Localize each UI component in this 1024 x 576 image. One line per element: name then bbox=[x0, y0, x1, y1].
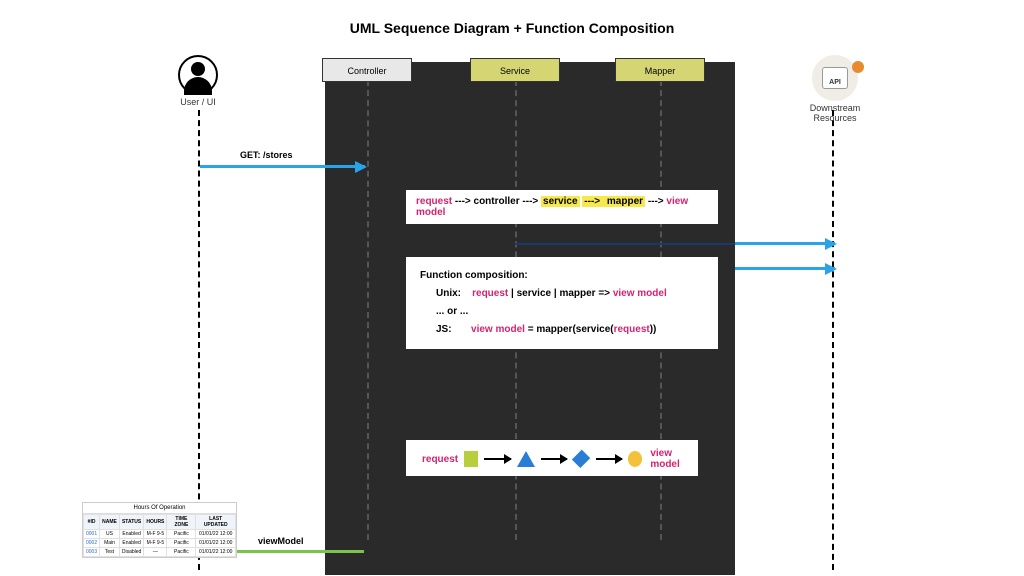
shape-arrow-3 bbox=[596, 458, 623, 460]
arrow-request-label: GET: /stores bbox=[240, 150, 293, 160]
triangle-icon bbox=[517, 451, 535, 467]
column-service: Service bbox=[470, 58, 560, 82]
js-mid: = mapper(service( bbox=[528, 324, 614, 335]
td: Pacific bbox=[167, 539, 196, 548]
page-title: UML Sequence Diagram + Function Composit… bbox=[0, 0, 1024, 36]
th: #ID bbox=[84, 515, 100, 530]
api-box-label: API bbox=[822, 67, 848, 89]
td: 0001 bbox=[84, 530, 100, 539]
api-icon: API bbox=[812, 55, 858, 101]
table-row: 0002 Main Enabled M-F 9-5 Pacific 01/01/… bbox=[84, 539, 236, 548]
actor-user-label: User / UI bbox=[168, 97, 228, 107]
pipeline-sep1: ---> bbox=[455, 196, 474, 207]
gear-icon bbox=[852, 61, 864, 73]
th: NAME bbox=[100, 515, 120, 530]
lifeline-user bbox=[198, 110, 200, 570]
actor-user: User / UI bbox=[168, 55, 228, 107]
td: 01/01/22 12:00 bbox=[196, 530, 236, 539]
arrow-return-label: viewModel bbox=[258, 536, 304, 546]
pipeline-sep2: ---> bbox=[522, 196, 541, 207]
shape-arrow-2 bbox=[541, 458, 568, 460]
composition-title: Function composition: bbox=[420, 267, 704, 285]
td: Enabled bbox=[119, 530, 143, 539]
td: Enabled bbox=[119, 539, 143, 548]
diagram-stage: Controller Service Mapper User / UI API … bbox=[0, 50, 1024, 576]
shapes-box: request view model bbox=[406, 440, 698, 476]
unix-mid: | service | mapper => bbox=[511, 288, 613, 299]
viewmodel-table-thumbnail: Hours Of Operation #ID NAME STATUS HOURS… bbox=[82, 502, 237, 558]
pipeline-request: request bbox=[416, 196, 452, 207]
actor-downstream: API Downstream Resources bbox=[790, 55, 880, 123]
td: Disabled bbox=[119, 548, 143, 557]
td: 0002 bbox=[84, 539, 100, 548]
td: — bbox=[144, 548, 167, 557]
th: TIME ZONE bbox=[167, 515, 196, 530]
shape-viewmodel-label: view model bbox=[650, 448, 698, 470]
square-icon bbox=[464, 451, 478, 467]
th: LAST UPDATED bbox=[196, 515, 236, 530]
td: 0003 bbox=[84, 548, 100, 557]
js-request: request bbox=[614, 324, 650, 335]
lifeline-downstream bbox=[832, 110, 834, 570]
pipeline-mapper: mapper bbox=[605, 196, 645, 207]
pipeline-service: service bbox=[541, 196, 579, 207]
column-controller: Controller bbox=[322, 58, 412, 82]
circle-icon bbox=[628, 451, 642, 467]
unix-label: Unix: bbox=[436, 288, 461, 299]
column-mapper: Mapper bbox=[615, 58, 705, 82]
table-row: 0001 US Enabled M-F 9-5 Pacific 01/01/22… bbox=[84, 530, 236, 539]
composition-or: ... or ... bbox=[420, 303, 704, 321]
js-end: )) bbox=[650, 324, 657, 335]
pipeline-box: request ---> controller ---> service ---… bbox=[406, 190, 718, 224]
svc-to-downstream-line bbox=[515, 243, 735, 245]
pipeline-sep4: ---> bbox=[648, 196, 667, 207]
actor-downstream-label: Downstream Resources bbox=[790, 103, 880, 123]
lifeline-controller bbox=[367, 80, 369, 540]
td: Test bbox=[100, 548, 120, 557]
pipeline-sep3: ---> bbox=[582, 196, 605, 207]
unix-viewmodel: view model bbox=[613, 288, 667, 299]
table-row: 0003 Test Disabled — Pacific 01/01/22 12… bbox=[84, 548, 236, 557]
composition-box: Function composition: Unix: request | se… bbox=[406, 257, 718, 349]
unix-request: request bbox=[472, 288, 508, 299]
table-title: Hours Of Operation bbox=[83, 503, 236, 514]
td: Pacific bbox=[167, 530, 196, 539]
js-label: JS: bbox=[436, 324, 452, 335]
pipeline-controller: controller bbox=[474, 196, 520, 207]
user-icon bbox=[178, 55, 218, 95]
shape-request-label: request bbox=[422, 454, 458, 465]
js-viewmodel: view model bbox=[471, 324, 525, 335]
th: STATUS bbox=[119, 515, 143, 530]
td: Main bbox=[100, 539, 120, 548]
td: M-F 9-5 bbox=[144, 530, 167, 539]
th: HOURS bbox=[144, 515, 167, 530]
td: US bbox=[100, 530, 120, 539]
diamond-icon bbox=[572, 450, 591, 469]
td: 01/01/22 12:00 bbox=[196, 548, 236, 557]
td: M-F 9-5 bbox=[144, 539, 167, 548]
td: Pacific bbox=[167, 548, 196, 557]
shape-arrow-1 bbox=[484, 458, 511, 460]
table-header-row: #ID NAME STATUS HOURS TIME ZONE LAST UPD… bbox=[84, 515, 236, 530]
td: 01/01/22 12:00 bbox=[196, 539, 236, 548]
